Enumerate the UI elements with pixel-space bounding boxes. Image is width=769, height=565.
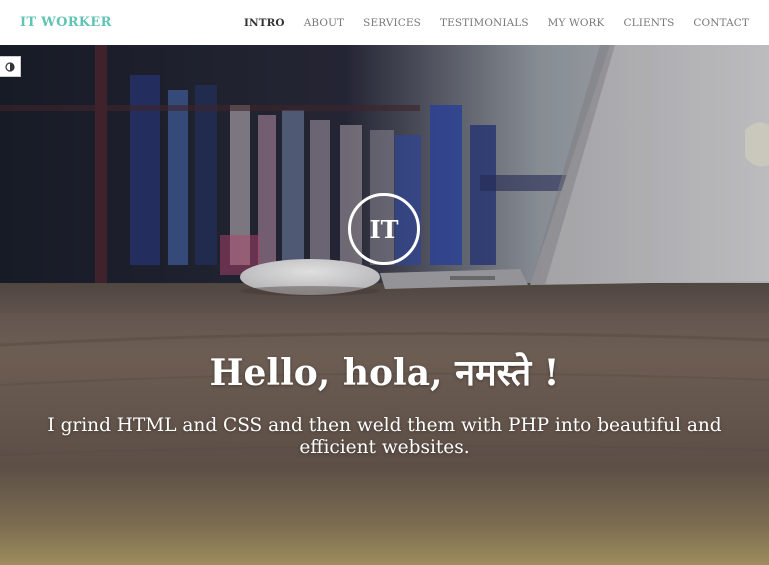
nav-link-clients[interactable]: CLIENTS bbox=[624, 17, 675, 29]
nav-link-intro[interactable]: INTRO bbox=[244, 17, 285, 29]
logo-text: IT bbox=[369, 214, 399, 244]
hero-tagline: I grind HTML and CSS and then weld them … bbox=[47, 415, 722, 458]
hero-background-image bbox=[0, 45, 769, 565]
nav-links: INTRO ABOUT SERVICES TESTIMONIALS MY WOR… bbox=[225, 17, 749, 29]
half-circle-contrast-icon bbox=[5, 61, 15, 72]
brand-logo-link[interactable]: IT WORKER bbox=[20, 15, 112, 30]
theme-toggle-button[interactable] bbox=[0, 56, 21, 77]
hero-section: IT Hello, hola, नमस्ते ! I grind HTML an… bbox=[0, 45, 769, 565]
it-logo-badge: IT bbox=[348, 193, 420, 265]
nav-link-contact[interactable]: CONTACT bbox=[693, 17, 749, 29]
nav-link-my-work[interactable]: MY WORK bbox=[548, 17, 605, 29]
nav-link-testimonials[interactable]: TESTIMONIALS bbox=[440, 17, 529, 29]
top-navbar: IT WORKER INTRO ABOUT SERVICES TESTIMONI… bbox=[0, 0, 769, 45]
hero-headline: Hello, hola, नमस्ते ! bbox=[209, 352, 560, 394]
nav-link-about[interactable]: ABOUT bbox=[304, 17, 344, 29]
nav-link-services[interactable]: SERVICES bbox=[363, 17, 421, 29]
